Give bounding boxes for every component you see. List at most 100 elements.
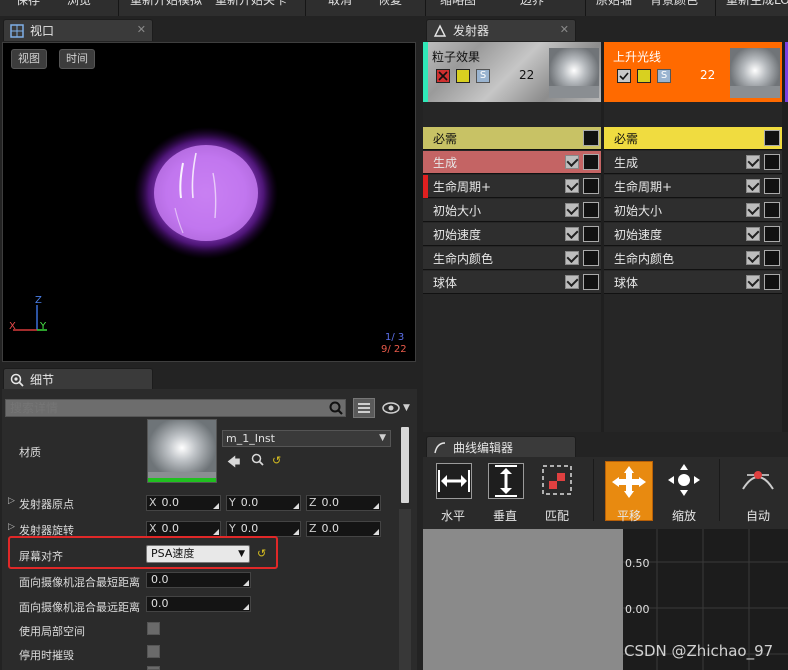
use-selected-arrow-icon[interactable]: 🡄 bbox=[227, 453, 240, 475]
origin-x-field[interactable]: X 0.0 bbox=[146, 495, 221, 511]
module-spawn[interactable]: 生成 bbox=[604, 151, 782, 174]
zoom-button[interactable]: 缩放 bbox=[663, 463, 705, 523]
module-enable-checkbox[interactable] bbox=[746, 251, 760, 265]
render-mode-icon[interactable] bbox=[456, 69, 470, 83]
toolbar-restore[interactable]: 恢复 bbox=[378, 0, 402, 8]
module-enable-checkbox[interactable] bbox=[565, 227, 579, 241]
fit-horizontal-button[interactable]: 水平 bbox=[432, 463, 474, 523]
module-enable-checkbox[interactable] bbox=[746, 275, 760, 289]
emitter-column-rising-rays[interactable]: 上升光线 S 22 必需 生成 生命周期+ 初始大小 初始速度 生命内颜色 球体 bbox=[604, 42, 782, 432]
curve-track-list[interactable] bbox=[423, 529, 623, 670]
module-enable-checkbox[interactable] bbox=[565, 275, 579, 289]
rotation-y-field[interactable]: Y 0.0 bbox=[226, 521, 301, 537]
kill-on-deactivate-checkbox[interactable] bbox=[147, 645, 160, 658]
curve-graph-icon[interactable] bbox=[764, 250, 780, 266]
close-icon[interactable]: ✕ bbox=[137, 23, 146, 36]
solo-icon[interactable]: S bbox=[476, 69, 490, 83]
module-enable-checkbox[interactable] bbox=[746, 203, 760, 217]
list-view-icon[interactable] bbox=[353, 398, 375, 418]
camera-blend-max-field[interactable]: 0.0 bbox=[146, 596, 251, 612]
local-space-checkbox[interactable] bbox=[147, 622, 160, 635]
module-enable-checkbox[interactable] bbox=[746, 179, 760, 193]
expand-arrow-icon[interactable]: ▷ bbox=[8, 496, 15, 506]
module-enable-checkbox[interactable] bbox=[746, 227, 760, 241]
toolbar-restart-sim[interactable]: 重新开始模拟 bbox=[130, 0, 202, 8]
curve-graph-icon[interactable] bbox=[764, 274, 780, 290]
emitter-column-particle[interactable]: 粒子效果 S 22 必需 生成 生命周期+ 初始大小 初始速度 生命内颜色 球体 bbox=[423, 42, 601, 432]
module-initial-size[interactable]: 初始大小 bbox=[604, 199, 782, 222]
chevron-down-icon[interactable]: ▼ bbox=[403, 403, 410, 413]
search-details-input[interactable] bbox=[5, 399, 346, 417]
tab-emitters[interactable]: 发射器 ✕ bbox=[426, 19, 576, 41]
curve-graph-icon[interactable] bbox=[583, 130, 599, 146]
module-initial-velocity[interactable]: 初始速度 bbox=[423, 223, 601, 246]
toolbar-cancel[interactable]: 取消 bbox=[328, 0, 352, 8]
close-icon[interactable]: ✕ bbox=[560, 23, 569, 36]
render-mode-icon[interactable] bbox=[637, 69, 651, 83]
toolbar-regen-lod[interactable]: 重新生成LOD bbox=[726, 0, 788, 8]
toolbar-thumbnail[interactable]: 缩略图 bbox=[440, 0, 476, 8]
viewport-canvas[interactable]: 视图 时间 Z X Y 1/ 3 9/ 22 bbox=[2, 42, 416, 362]
curve-graph-icon[interactable] bbox=[764, 226, 780, 242]
emitter-header[interactable]: 上升光线 S 22 bbox=[604, 42, 782, 102]
toolbar-save[interactable]: 保存 bbox=[16, 0, 40, 8]
material-dropdown[interactable]: m_1_Inst ▼ bbox=[222, 430, 391, 447]
details-scrollbar-track[interactable] bbox=[399, 509, 411, 670]
module-lifetime[interactable]: 生命周期+ bbox=[604, 175, 782, 198]
rotation-z-field[interactable]: Z 0.0 bbox=[306, 521, 381, 537]
module-color-over-life[interactable]: 生命内颜色 bbox=[604, 247, 782, 270]
toolbar-browse[interactable]: 浏览 bbox=[67, 0, 91, 8]
module-initial-size[interactable]: 初始大小 bbox=[423, 199, 601, 222]
curve-graph-icon[interactable] bbox=[583, 202, 599, 218]
reset-icon[interactable]: ↺ bbox=[272, 454, 281, 467]
fit-vertical-button[interactable]: 垂直 bbox=[484, 463, 526, 523]
time-button[interactable]: 时间 bbox=[59, 49, 95, 69]
toolbar-origin-axis[interactable]: 原始轴 bbox=[596, 0, 632, 8]
curve-graph-icon[interactable] bbox=[583, 226, 599, 242]
module-required[interactable]: 必需 bbox=[423, 127, 601, 150]
expand-arrow-icon[interactable]: ▷ bbox=[8, 522, 15, 532]
origin-z-field[interactable]: Z 0.0 bbox=[306, 495, 381, 511]
enable-checkbox-icon[interactable] bbox=[617, 69, 631, 83]
module-enable-checkbox[interactable] bbox=[565, 203, 579, 217]
pan-button[interactable]: 平移 bbox=[605, 461, 653, 523]
next-checkbox[interactable] bbox=[147, 666, 160, 670]
toolbar-restart-level[interactable]: 重新开始关卡 bbox=[215, 0, 287, 8]
toolbar-bounds[interactable]: 边界 bbox=[520, 0, 544, 8]
curve-graph-icon[interactable] bbox=[583, 250, 599, 266]
curve-graph-icon[interactable] bbox=[764, 130, 780, 146]
details-scrollbar-thumb[interactable] bbox=[401, 427, 409, 503]
view-button[interactable]: 视图 bbox=[11, 49, 47, 69]
tab-details[interactable]: 细节 bbox=[3, 368, 153, 390]
curve-graph-icon[interactable] bbox=[764, 178, 780, 194]
module-sphere[interactable]: 球体 bbox=[604, 271, 782, 294]
screen-alignment-dropdown[interactable]: PSA速度 ▼ bbox=[146, 545, 250, 563]
module-enable-checkbox[interactable] bbox=[565, 179, 579, 193]
toolbar-bg-color[interactable]: 背景颜色 bbox=[650, 0, 698, 8]
module-spawn[interactable]: 生成 bbox=[423, 151, 601, 174]
curve-graph-icon[interactable] bbox=[583, 274, 599, 290]
rotation-x-field[interactable]: X 0.0 bbox=[146, 521, 221, 537]
curve-graph-icon[interactable] bbox=[583, 154, 599, 170]
module-required[interactable]: 必需 bbox=[604, 127, 782, 150]
auto-button[interactable]: 自动 bbox=[737, 463, 779, 523]
origin-y-field[interactable]: Y 0.0 bbox=[226, 495, 301, 511]
module-color-over-life[interactable]: 生命内颜色 bbox=[423, 247, 601, 270]
module-sphere[interactable]: 球体 bbox=[423, 271, 601, 294]
tab-viewport[interactable]: 视口 ✕ bbox=[3, 19, 153, 41]
search-icon[interactable] bbox=[328, 400, 344, 419]
material-thumbnail[interactable] bbox=[147, 419, 217, 483]
curve-graph-icon[interactable] bbox=[764, 202, 780, 218]
module-enable-checkbox[interactable] bbox=[565, 155, 579, 169]
camera-blend-min-field[interactable]: 0.0 bbox=[146, 572, 251, 588]
fit-button[interactable]: 匹配 bbox=[536, 463, 578, 523]
module-lifetime[interactable]: 生命周期+ bbox=[423, 175, 601, 198]
solo-icon[interactable]: S bbox=[657, 69, 671, 83]
eye-icon[interactable] bbox=[382, 401, 402, 418]
reset-icon[interactable]: ↺ bbox=[257, 547, 266, 560]
tab-curve-editor[interactable]: 曲线编辑器 bbox=[426, 436, 576, 458]
module-enable-checkbox[interactable] bbox=[565, 251, 579, 265]
browse-search-icon[interactable] bbox=[251, 453, 264, 469]
curve-graph-icon[interactable] bbox=[583, 178, 599, 194]
curve-graph-icon[interactable] bbox=[764, 154, 780, 170]
